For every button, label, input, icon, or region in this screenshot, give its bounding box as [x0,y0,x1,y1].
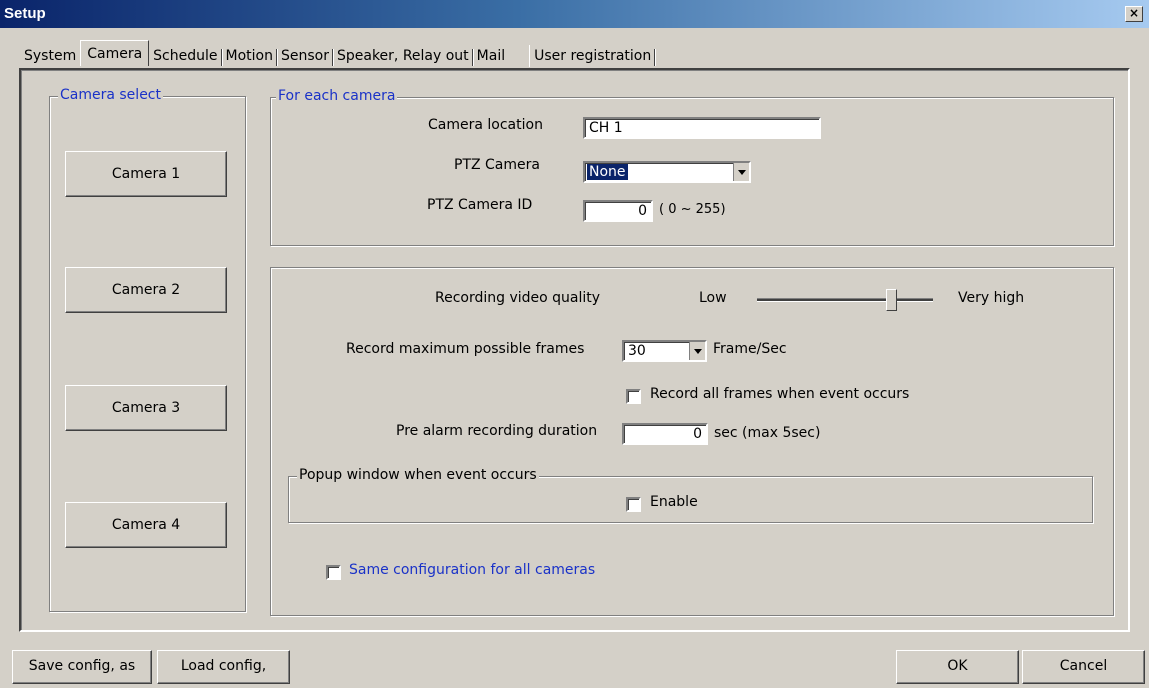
tab-schedule[interactable]: Schedule [149,45,222,67]
camera-location-input[interactable]: CH 1 [583,117,821,139]
max-frames-label: Record maximum possible frames [346,341,585,357]
max-frames-value: 30 [628,343,646,359]
slider-track [757,298,933,302]
slider-thumb[interactable] [886,289,897,311]
chevron-down-icon[interactable] [689,342,705,360]
tab-motion[interactable]: Motion [222,45,278,67]
pre-alarm-label: Pre alarm recording duration [396,423,598,439]
ptz-camera-id-input[interactable]: 0 [583,200,653,222]
cancel-button[interactable]: Cancel [1022,650,1145,684]
tab-speaker-relay[interactable]: Speaker, Relay out [333,45,473,67]
record-all-frames-label[interactable]: Record all frames when event occurs [650,386,909,402]
ptz-camera-value: None [587,164,628,180]
ptz-camera-id-value: 0 [638,203,647,219]
camera-1-button[interactable]: Camera 1 [65,151,227,197]
pre-alarm-value: 0 [693,426,702,442]
popup-enable-label[interactable]: Enable [650,494,698,510]
tab-strip: System Camera Schedule Motion Sensor Speaker,… [20,40,656,68]
tab-user-registration[interactable]: User registration [529,45,656,67]
tab-sensor[interactable]: Sensor [277,45,333,67]
pre-alarm-input[interactable]: 0 [622,423,708,445]
quality-high-label: Very high [958,290,1025,306]
max-frames-select[interactable]: 30 [622,340,707,362]
frames-unit-label: Frame/Sec [713,341,787,357]
camera-location-value: CH 1 [589,120,623,136]
window-title: Setup [4,5,46,22]
chevron-down-icon[interactable] [733,163,749,181]
camera-select-legend: Camera select [58,87,163,103]
ptz-camera-id-label: PTZ Camera ID [427,197,533,213]
pre-alarm-unit-label: sec (max 5sec) [714,425,821,441]
close-icon[interactable]: × [1129,6,1139,20]
popup-enable-checkbox[interactable] [626,497,641,512]
title-bar: Setup × [0,0,1149,28]
camera-4-button[interactable]: Camera 4 [65,502,227,548]
load-config-button[interactable]: Load config, [157,650,290,684]
popup-legend: Popup window when event occurs [297,467,539,483]
camera-location-label: Camera location [428,117,543,133]
ok-button[interactable]: OK [896,650,1019,684]
recording-quality-label: Recording video quality [435,290,601,306]
tab-system[interactable]: System [20,45,80,67]
save-config-button[interactable]: Save config, as [12,650,152,684]
tab-camera[interactable]: Camera [80,40,150,66]
tab-mail[interactable]: Mail [473,45,529,67]
camera-3-button[interactable]: Camera 3 [65,385,227,431]
ptz-camera-label: PTZ Camera [454,157,540,173]
same-config-label[interactable]: Same configuration for all cameras [349,562,595,578]
ptz-camera-select[interactable]: None [583,161,751,183]
quality-low-label: Low [699,290,727,306]
recording-quality-slider[interactable] [757,288,933,312]
ptz-camera-id-range: ( 0 ~ 255) [659,202,726,217]
same-config-checkbox[interactable] [326,565,341,580]
close-button[interactable]: × [1125,6,1143,22]
for-each-camera-legend: For each camera [276,88,398,104]
camera-2-button[interactable]: Camera 2 [65,267,227,313]
record-all-frames-checkbox[interactable] [626,389,641,404]
